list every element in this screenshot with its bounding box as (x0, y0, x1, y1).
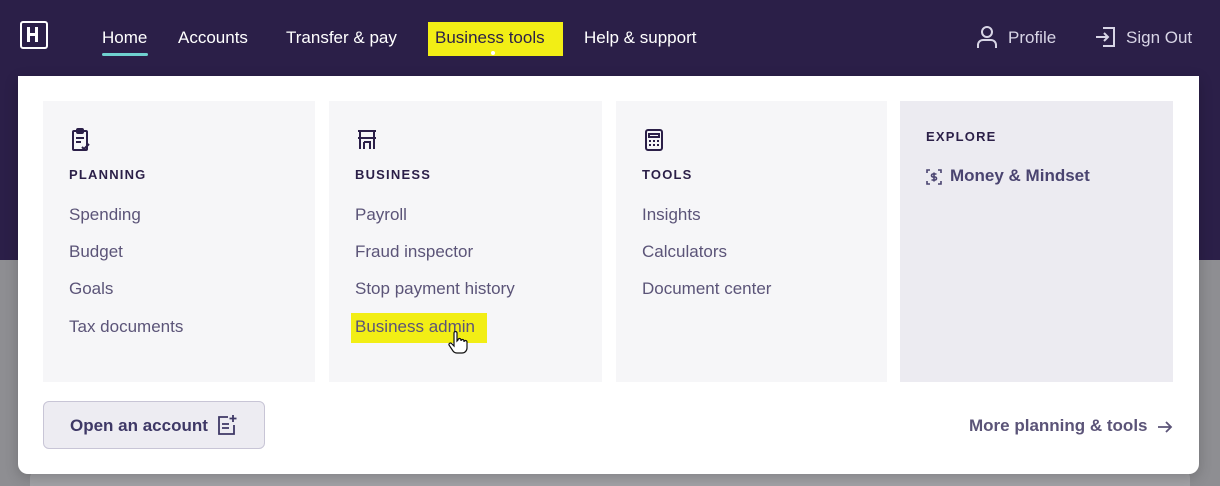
open-account-button[interactable]: Open an account (43, 401, 265, 449)
nav-help-support[interactable]: Help & support (584, 26, 696, 50)
link-spending[interactable]: Spending (69, 204, 141, 226)
clipboard-check-icon (72, 128, 90, 151)
tools-column: TOOLS Insights Calculators Document cent… (616, 101, 887, 382)
planning-column: PLANNING Spending Budget Goals Tax docum… (43, 101, 315, 382)
explore-column: EXPLORE Money & Mindset (900, 101, 1173, 382)
link-payroll[interactable]: Payroll (355, 204, 407, 226)
active-tab-indicator (102, 53, 148, 56)
menu-open-indicator (491, 51, 495, 55)
link-budget[interactable]: Budget (69, 241, 123, 263)
arrow-right-icon[interactable] (1157, 419, 1173, 435)
more-planning-tools-link[interactable]: More planning & tools (969, 416, 1148, 436)
link-insights[interactable]: Insights (642, 204, 701, 226)
calculator-icon (645, 129, 663, 151)
link-stop-payment-history[interactable]: Stop payment history (355, 278, 515, 300)
person-icon[interactable] (976, 25, 998, 49)
storefront-icon (358, 130, 376, 149)
nav-profile[interactable]: Profile (1008, 26, 1056, 50)
hand-cursor-icon (448, 331, 468, 354)
link-tax-documents[interactable]: Tax documents (69, 316, 183, 338)
link-money-mindset[interactable]: Money & Mindset (950, 166, 1090, 186)
explore-heading: EXPLORE (926, 129, 997, 144)
tools-heading: TOOLS (642, 167, 693, 182)
nav-sign-out[interactable]: Sign Out (1126, 26, 1192, 50)
nav-home[interactable]: Home (102, 26, 147, 50)
business-column: BUSINESS Payroll Fraud inspector Stop pa… (329, 101, 602, 382)
link-fraud-inspector[interactable]: Fraud inspector (355, 241, 473, 263)
business-heading: BUSINESS (355, 167, 432, 182)
business-tools-dropdown: PLANNING Spending Budget Goals Tax docum… (18, 76, 1199, 474)
nav-accounts[interactable]: Accounts (178, 26, 248, 50)
open-account-label: Open an account (70, 416, 208, 435)
planning-heading: PLANNING (69, 167, 147, 182)
link-calculators[interactable]: Calculators (642, 241, 727, 263)
link-document-center[interactable]: Document center (642, 278, 771, 300)
nav-business-tools[interactable]: Business tools (435, 26, 545, 50)
add-document-icon (218, 415, 237, 435)
bank-logo-icon[interactable] (20, 21, 48, 49)
nav-transfer-pay[interactable]: Transfer & pay (286, 26, 397, 50)
sign-out-icon[interactable] (1094, 25, 1118, 49)
dollar-frame-icon (926, 169, 942, 185)
link-goals[interactable]: Goals (69, 278, 113, 300)
